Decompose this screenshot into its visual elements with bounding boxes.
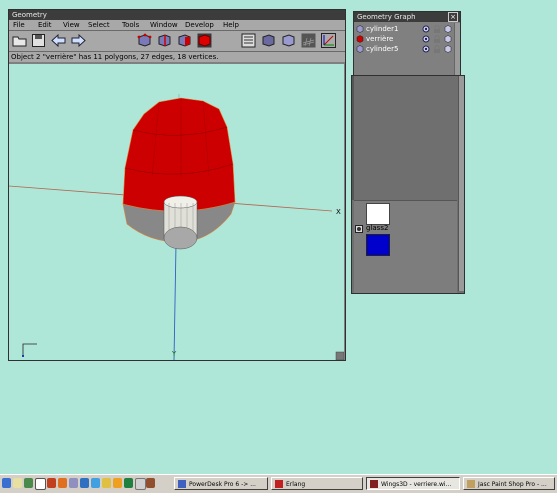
- body-mode-icon[interactable]: [197, 33, 212, 48]
- task-label: Wings3D - verriere.wi...: [381, 481, 452, 488]
- object-name: cylinder1: [366, 25, 399, 33]
- object-item-cylinder1[interactable]: cylinder1: [356, 24, 452, 34]
- object-name: verrière: [366, 35, 394, 43]
- redo-arrow-icon[interactable]: [71, 33, 86, 48]
- lock-icon[interactable]: [433, 35, 441, 43]
- graph-titlebar[interactable]: Geometry Graph ×: [354, 12, 460, 22]
- menu-window[interactable]: Window: [150, 20, 178, 30]
- object-item-verriere[interactable]: verrière: [356, 34, 452, 44]
- object-item-cylinder5[interactable]: cylinder5: [356, 44, 452, 54]
- y-axis-label: Y: [171, 350, 177, 358]
- material-sphere-icon: [355, 225, 363, 233]
- material-white-swatch[interactable]: [366, 203, 390, 225]
- 3d-viewport[interactable]: X Y: [9, 64, 344, 360]
- quicklaunch-ie-icon[interactable]: [2, 478, 11, 488]
- task-label: PowerDesk Pro 6 -> ...: [189, 481, 256, 488]
- ground-grid-icon[interactable]: [301, 33, 316, 48]
- task-powerdesk[interactable]: PowerDesk Pro 6 -> ...: [174, 477, 268, 490]
- task-label: Erlang: [286, 481, 306, 488]
- menu-view[interactable]: View: [63, 20, 80, 30]
- quicklaunch-misc-icon[interactable]: [146, 478, 155, 488]
- lock-icon[interactable]: [433, 45, 441, 53]
- quicklaunch-excel-icon[interactable]: [124, 478, 133, 488]
- quicklaunch-tool-icon[interactable]: [69, 478, 78, 488]
- lock-icon[interactable]: [433, 25, 441, 33]
- geometry-toolbar: [9, 31, 345, 52]
- vertex-mode-icon[interactable]: [137, 33, 152, 48]
- menu-help[interactable]: Help: [223, 20, 239, 30]
- quicklaunch-folder-icon[interactable]: [102, 478, 111, 488]
- quicklaunch-window-icon[interactable]: [35, 478, 46, 490]
- material-blue-swatch[interactable]: [366, 234, 390, 256]
- visibility-eye-icon[interactable]: [422, 45, 430, 53]
- wireframe-cube-icon[interactable]: [444, 45, 452, 53]
- cylinder-cap: [163, 226, 198, 250]
- graph-close-button[interactable]: ×: [448, 12, 458, 22]
- quicklaunch-media-icon[interactable]: [80, 478, 89, 488]
- task-wings3d[interactable]: Wings3D - verriere.wi...: [366, 477, 460, 490]
- geometry-menubar: File Edit View Select Tools Window Devel…: [9, 20, 345, 31]
- menu-select[interactable]: Select: [88, 20, 110, 30]
- quicklaunch-desktop-icon[interactable]: [24, 478, 33, 488]
- undo-arrow-icon[interactable]: [51, 33, 66, 48]
- object-cube-icon: [356, 45, 364, 53]
- quicklaunch-explorer-icon[interactable]: [13, 478, 22, 488]
- powerdesk-icon: [178, 480, 186, 488]
- graph-title: Geometry Graph: [357, 13, 416, 21]
- material-panel: glass2: [351, 75, 465, 294]
- object-cube-selected-icon: [356, 35, 364, 43]
- face-mode-icon[interactable]: [177, 33, 192, 48]
- quicklaunch-star-icon[interactable]: [113, 478, 122, 488]
- edge-mode-icon[interactable]: [157, 33, 172, 48]
- visibility-eye-icon[interactable]: [422, 25, 430, 33]
- object-cube-icon: [356, 25, 364, 33]
- material-panel-upper-strip: [352, 76, 354, 200]
- axes-toggle-icon[interactable]: [321, 33, 336, 48]
- menu-file[interactable]: File: [13, 20, 25, 30]
- z-axis-line: [173, 243, 177, 360]
- wireframe-cube-icon[interactable]: [444, 25, 452, 33]
- paintshop-icon: [467, 480, 475, 488]
- object-info-status: Object 2 "verrière" has 11 polygons, 27 …: [9, 52, 345, 62]
- quicklaunch-firefox-icon[interactable]: [47, 478, 56, 488]
- scene-canvas[interactable]: X Y: [9, 64, 344, 360]
- windows-taskbar: PowerDesk Pro 6 -> ... Erlang Wings3D - …: [0, 474, 557, 493]
- visibility-eye-icon[interactable]: [422, 35, 430, 43]
- material-area: glass2: [354, 200, 457, 293]
- quicklaunch-notepad-icon[interactable]: [135, 478, 146, 490]
- geometry-window: Geometry File Edit View Select Tools Win…: [8, 9, 346, 361]
- object-list: cylinder1 verrière cylinder5: [356, 24, 452, 54]
- x-axis-label: X: [336, 208, 341, 216]
- geometry-titlebar[interactable]: Geometry: [9, 10, 345, 20]
- wings3d-icon: [370, 480, 378, 488]
- wireframe-toggle-icon[interactable]: [241, 33, 256, 48]
- quicklaunch-messenger-icon[interactable]: [91, 478, 100, 488]
- menu-edit[interactable]: Edit: [38, 20, 52, 30]
- wireframe-cube-icon[interactable]: [444, 35, 452, 43]
- material-scrollbar[interactable]: [458, 76, 464, 291]
- menu-tools[interactable]: Tools: [122, 20, 139, 30]
- object-name: cylinder5: [366, 45, 399, 53]
- task-erlang[interactable]: Erlang: [271, 477, 363, 490]
- axis-gizmo-icon: [22, 343, 37, 356]
- menu-develop[interactable]: Develop: [185, 20, 214, 30]
- open-folder-icon[interactable]: [12, 33, 27, 48]
- erlang-icon: [275, 480, 283, 488]
- material-name: glass2: [366, 224, 389, 232]
- shaded-cube-icon[interactable]: [281, 33, 296, 48]
- task-paintshop[interactable]: Jasc Paint Shop Pro - ...: [463, 477, 555, 490]
- quicklaunch-app-icon[interactable]: [58, 478, 67, 488]
- smooth-preview-icon[interactable]: [261, 33, 276, 48]
- save-icon[interactable]: [31, 33, 46, 48]
- geometry-title: Geometry: [12, 11, 47, 19]
- resize-handle-icon[interactable]: [335, 351, 344, 360]
- task-label: Jasc Paint Shop Pro - ...: [478, 481, 547, 488]
